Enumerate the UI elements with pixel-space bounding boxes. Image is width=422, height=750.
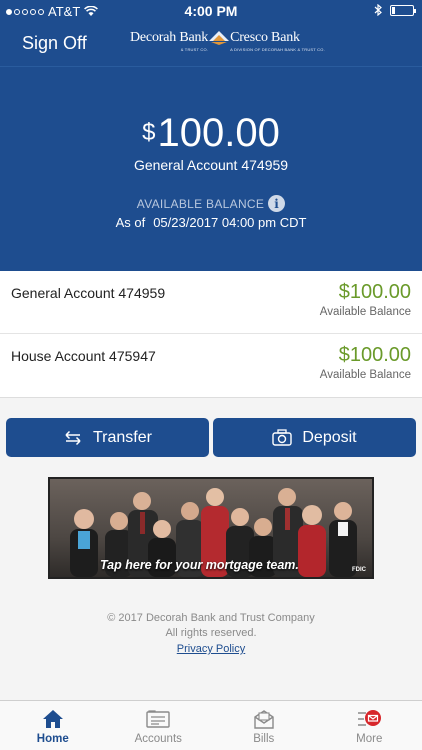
fdic-badge: FDIC [352,567,366,573]
tab-label: Home [36,733,69,745]
battery-icon [390,4,416,16]
logo-cresco: Cresco Bank A DIVISION OF DECORAH BANK &… [230,30,325,52]
account-balance-label: Available Balance [319,306,411,318]
account-balance: $100.00 [338,344,411,366]
balance-summary: $100.00 General Account 474959 AVAILABLE… [0,66,422,271]
tab-bar: Home Accounts Bills More [0,700,422,750]
camera-icon [272,429,293,446]
mortgage-team-banner[interactable]: Tap here for your mortgage team. FDIC [48,477,374,579]
tab-home[interactable]: Home [0,701,106,750]
logo-mark-icon [209,31,230,45]
account-name: House Account 475947 [11,348,156,364]
status-time: 4:00 PM [184,3,238,19]
account-row-general[interactable]: General Account 474959 $100.00 Available… [0,271,422,334]
account-row-house[interactable]: House Account 475947 $100.00 Available B… [0,334,422,397]
balance-value: 100.00 [157,111,280,155]
info-icon[interactable]: i [268,195,286,212]
rights-text: All rights reserved. [165,627,257,639]
tab-label: Accounts [134,733,182,745]
as-of-timestamp: As of 05/23/2017 04:00 pm CDT [115,215,307,230]
bills-icon [254,710,274,729]
account-balance: $100.00 [338,281,411,303]
banner-text: Tap here for your mortgage team. [100,558,299,572]
transfer-icon [65,430,81,445]
nav-bar: Sign Off Decorah Bank & TRUST CO. Cresco… [0,22,422,66]
currency-symbol: $ [142,119,156,146]
more-icon [358,710,382,726]
copyright-text: © 2017 Decorah Bank and Trust Company [107,612,315,624]
bank-logo: Decorah Bank & TRUST CO. Cresco Bank A D… [130,30,325,58]
sign-off-button[interactable]: Sign Off [22,33,87,54]
transfer-button[interactable]: Transfer [6,418,209,457]
account-balance-label: Available Balance [319,369,411,381]
transfer-label: Transfer [93,428,152,446]
accounts-list: General Account 474959 $100.00 Available… [0,271,422,398]
tab-label: Bills [253,733,275,745]
home-icon [42,710,63,728]
tab-accounts[interactable]: Accounts [106,701,212,750]
balance-account-name: General Account 474959 [133,157,289,173]
tab-label: More [356,733,383,745]
deposit-label: Deposit [302,428,357,446]
status-bar: AT&T 4:00 PM [0,0,422,22]
status-right [374,4,416,16]
bluetooth-icon [374,4,382,16]
privacy-policy-link[interactable]: Privacy Policy [177,642,245,657]
tab-more[interactable]: More [317,701,422,750]
accounts-icon [146,710,170,728]
account-name: General Account 474959 [11,285,166,301]
deposit-button[interactable]: Deposit [213,418,416,457]
footer: © 2017 Decorah Bank and Trust Company Al… [0,611,422,657]
balance-amount: $100.00 [0,111,422,156]
available-balance-label: AVAILABLE BALANCE i [0,195,422,212]
logo-decorah: Decorah Bank & TRUST CO. [130,30,209,52]
tab-bills[interactable]: Bills [211,701,317,750]
